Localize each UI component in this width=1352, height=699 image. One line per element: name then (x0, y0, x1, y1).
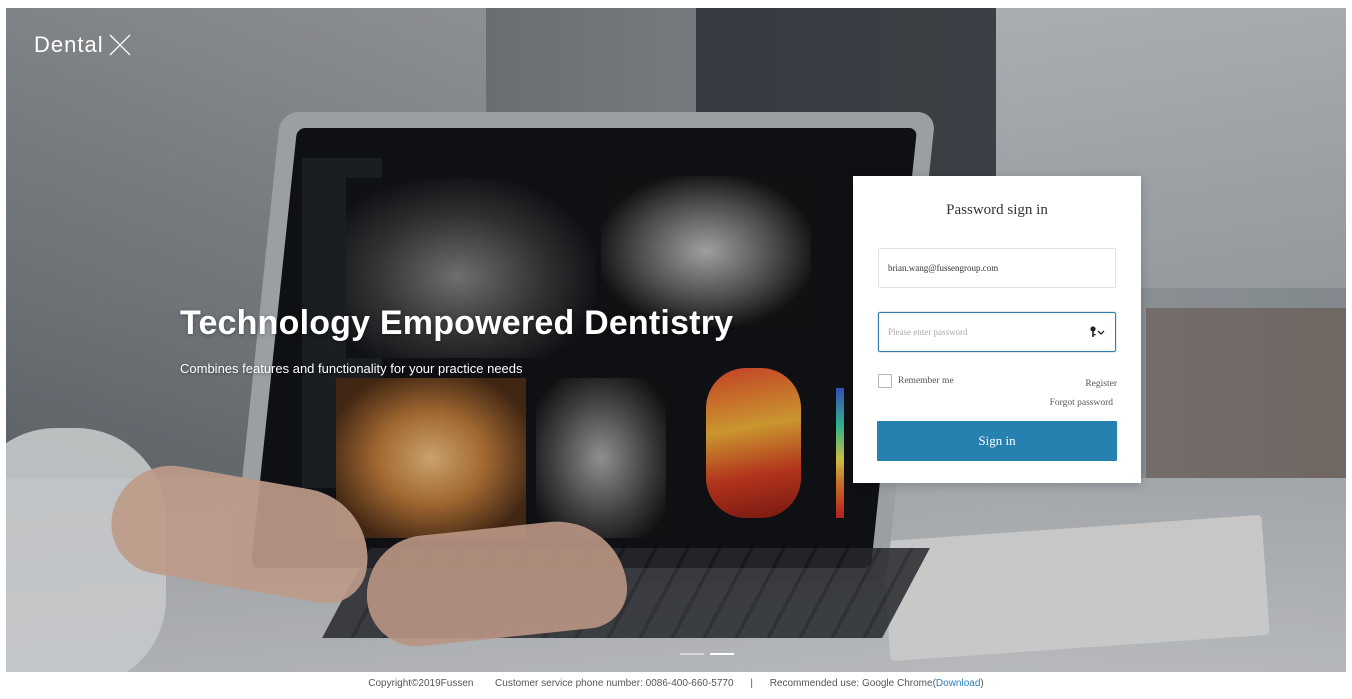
sign-in-button[interactable]: Sign in (877, 421, 1117, 461)
brand-name: Dental (34, 32, 104, 57)
footer-recommend-prefix: Recommended use: Google Chrome( (769, 678, 936, 689)
email-input[interactable] (888, 263, 1106, 273)
footer: Copyright©2019Fussen Customer service ph… (0, 678, 1352, 699)
remember-label: Remember me (898, 376, 954, 386)
carousel-dot-1[interactable] (680, 653, 704, 655)
remember-me[interactable]: Remember me (878, 374, 954, 388)
hero-banner: Dental Technology Empowered Dentistry Co… (6, 8, 1346, 672)
x-logo-icon (109, 34, 131, 56)
brand-logo[interactable]: Dental (34, 32, 132, 58)
email-field[interactable] (878, 248, 1116, 288)
footer-phone: Customer service phone number: 0086-400-… (495, 678, 734, 689)
footer-recommend-suffix: ) (980, 678, 984, 689)
register-link[interactable]: Register (1085, 379, 1117, 389)
password-field[interactable] (878, 312, 1116, 352)
carousel-indicator (680, 653, 734, 655)
footer-separator: | (750, 678, 753, 689)
forgot-password-link[interactable]: Forgot password (1050, 398, 1113, 408)
download-link[interactable]: Download (936, 678, 980, 689)
login-title: Password sign in (946, 202, 1048, 218)
hero-headline: Technology Empowered Dentistry (180, 304, 734, 342)
carousel-dot-2[interactable] (710, 653, 734, 655)
login-card: Password sign in Remember me Register Fo… (853, 176, 1141, 483)
remember-checkbox[interactable] (878, 374, 892, 388)
hero-subline: Combines features and functionality for … (180, 361, 523, 376)
password-input[interactable] (888, 327, 1088, 337)
key-icon[interactable] (1088, 325, 1106, 339)
footer-copyright: Copyright©2019Fussen (368, 678, 474, 689)
